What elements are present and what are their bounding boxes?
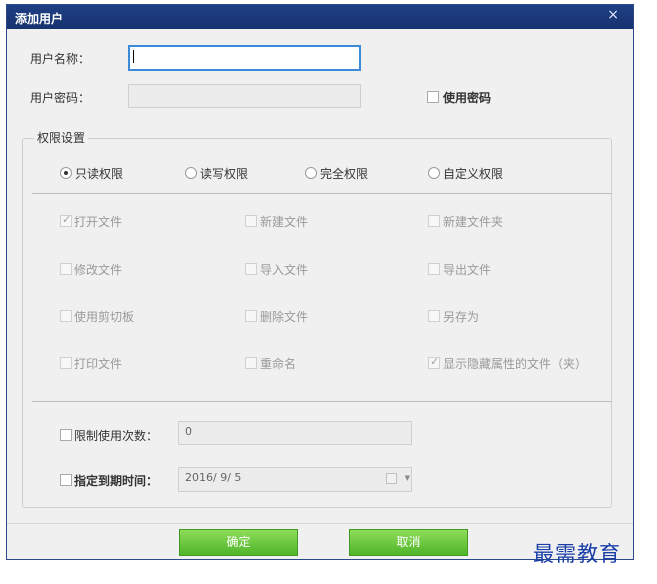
radio-custom[interactable] [428, 167, 440, 179]
password-label: 用户密码： [30, 91, 91, 105]
perm-label-rename: 重命名 [260, 357, 297, 371]
chevron-down-icon[interactable]: ▼ [405, 474, 410, 482]
mode-label-readwrite: 读写权限 [200, 167, 249, 181]
radio-selected-dot [64, 171, 68, 175]
checkmark-icon: ✓ [430, 355, 440, 368]
perm-label-clipboard: 使用剪切板 [74, 310, 135, 324]
perm-checkbox-show-hidden[interactable]: ✓ [428, 355, 440, 369]
calendar-icon[interactable] [386, 473, 397, 484]
perm-checkbox-new-file[interactable] [245, 215, 257, 227]
expire-date-picker[interactable]: 2016/ 9/ 5 ▼ [178, 467, 412, 492]
text-caret [133, 50, 134, 63]
use-password-label: 使用密码 [443, 91, 492, 105]
perm-label-save-as: 另存为 [443, 310, 480, 324]
perm-checkbox-export[interactable] [428, 263, 440, 275]
expire-date-value: 2016/ 9/ 5 [185, 471, 242, 484]
use-password-checkbox[interactable] [427, 91, 439, 103]
expire-date-checkbox[interactable] [60, 474, 72, 486]
expire-date-label: 指定到期时间： [74, 474, 159, 488]
watermark-logo: 最需教育 [533, 542, 621, 566]
close-icon[interactable]: × [607, 7, 619, 23]
perm-label-export: 导出文件 [443, 263, 492, 277]
perm-label-open: 打开文件 [74, 215, 123, 229]
cancel-button[interactable]: 取消 [349, 529, 468, 556]
mode-label-custom: 自定义权限 [443, 167, 504, 181]
use-count-value: 0 [185, 425, 192, 438]
radio-full[interactable] [305, 167, 317, 179]
divider-bottom [32, 401, 612, 402]
title-bar[interactable]: 添加用户 × [7, 5, 633, 29]
checkmark-icon: ✓ [62, 213, 72, 226]
limit-count-label: 限制使用次数： [74, 429, 159, 443]
perm-checkbox-open[interactable]: ✓ [60, 213, 72, 227]
perm-checkbox-save-as[interactable] [428, 310, 440, 322]
username-input[interactable] [128, 45, 361, 71]
dialog-title: 添加用户 [15, 12, 64, 26]
mode-label-full: 完全权限 [320, 167, 369, 181]
perm-label-modify: 修改文件 [74, 263, 123, 277]
perm-checkbox-modify[interactable] [60, 263, 72, 275]
username-label: 用户名称： [30, 52, 91, 66]
perm-label-new-file: 新建文件 [260, 215, 309, 229]
limit-count-checkbox[interactable] [60, 429, 72, 441]
perm-label-print: 打印文件 [74, 357, 123, 371]
password-input[interactable] [128, 84, 361, 108]
perm-checkbox-clipboard[interactable] [60, 310, 72, 322]
mode-label-readonly: 只读权限 [75, 167, 124, 181]
use-count-input[interactable]: 0 [178, 421, 412, 445]
perm-label-delete: 删除文件 [260, 310, 309, 324]
perm-checkbox-delete[interactable] [245, 310, 257, 322]
permissions-group-title: 权限设置 [34, 129, 89, 146]
perm-checkbox-rename[interactable] [245, 357, 257, 369]
perm-label-show-hidden: 显示隐藏属性的文件（夹） [443, 357, 588, 371]
radio-readwrite[interactable] [185, 167, 197, 179]
perm-checkbox-new-folder[interactable] [428, 215, 440, 227]
divider-top [32, 193, 612, 194]
perm-label-import: 导入文件 [260, 263, 309, 277]
ok-button[interactable]: 确定 [179, 529, 298, 556]
perm-label-new-folder: 新建文件夹 [443, 215, 504, 229]
perm-checkbox-print[interactable] [60, 357, 72, 369]
perm-checkbox-import[interactable] [245, 263, 257, 275]
radio-readonly[interactable] [60, 167, 72, 179]
footer-divider [7, 523, 633, 524]
